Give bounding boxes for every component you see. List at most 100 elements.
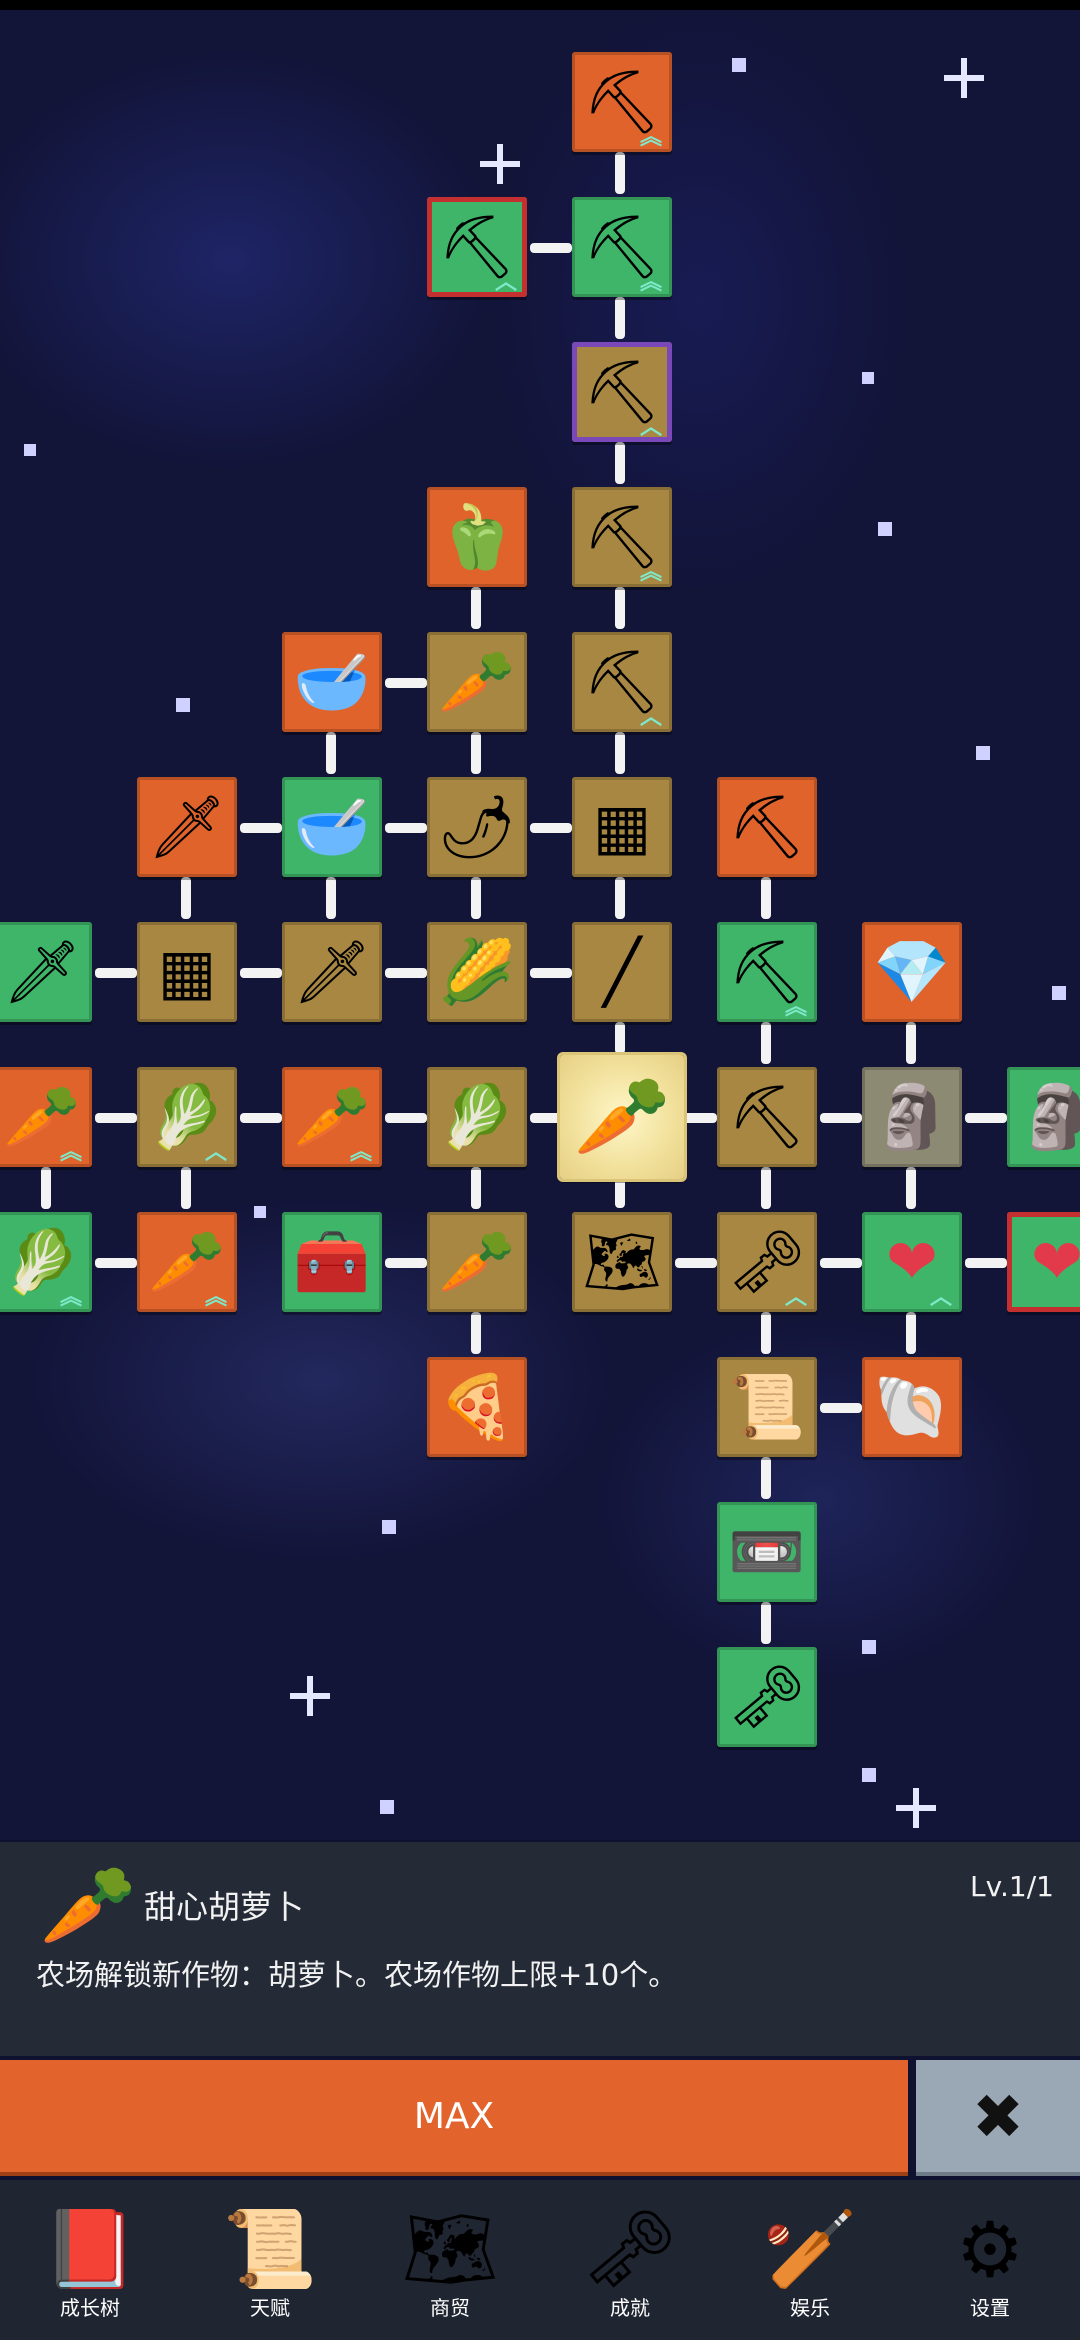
skill-node-rifle[interactable]: ╱ <box>572 922 672 1022</box>
skill-tree-background[interactable]: ⛏ ︽ ⛏ ︿ ⛏ ︽ ⛏ ︿ 🫑 ⛏ ︽ 🥣 🥕 ⛏ ︿ 🗡 🥣 🌶 ▦ ⛏ 🗡 ▦ 🗡 … <box>0 0 1080 1840</box>
nav-item-entertainment[interactable]: 🏏 娱乐 <box>720 2180 900 2340</box>
tree-link <box>761 1457 771 1499</box>
skill-node-carrot-selected[interactable]: 🥕 <box>560 1055 684 1179</box>
skill-node-shovel[interactable]: ⛏ ︽ <box>572 197 672 297</box>
bottom-nav: 📕 成长树 📜 天赋 🗺 商贸 🗝 成就 🏏 娱乐 ⚙ 设置 <box>0 2180 1080 2340</box>
tree-link <box>761 1167 771 1209</box>
skill-node-map[interactable]: 🗺 <box>572 1212 672 1312</box>
scroll-icon: 📜 <box>222 2204 318 2293</box>
tree-link <box>181 1167 191 1209</box>
crate-icon: ▦ <box>592 790 652 863</box>
skill-node-crate[interactable]: ▦ <box>572 777 672 877</box>
scroll-icon: 📜 <box>728 1370 806 1443</box>
tree-link <box>41 1167 51 1209</box>
skill-node-fossil[interactable]: 🐚 <box>862 1357 962 1457</box>
tree-link <box>385 678 427 688</box>
nav-item-settings[interactable]: ⚙ 设置 <box>900 2180 1080 2340</box>
tree-link <box>385 968 427 978</box>
skill-node-shovel[interactable]: ⛏ ︿ <box>572 342 672 442</box>
upgrade-arrow-icon: ︽ <box>349 1139 372 1165</box>
tree-link <box>615 297 625 339</box>
tree-link <box>615 587 625 629</box>
skill-node-radish[interactable]: 🥕 <box>427 632 527 732</box>
map-icon: 🗺 <box>401 2204 499 2293</box>
star <box>862 1768 876 1782</box>
nav-label: 设置 <box>970 2296 1010 2320</box>
skill-node-pickaxe[interactable]: ⛏ ︽ <box>717 922 817 1022</box>
skill-node-crate[interactable]: ▦ <box>137 922 237 1022</box>
shovel-icon: ⛏ <box>582 645 662 718</box>
tree-link <box>385 1113 427 1123</box>
skill-node-cabbage[interactable]: 🥬 ︿ <box>137 1067 237 1167</box>
gear-icon: ⚙ <box>955 2204 1025 2294</box>
nav-item-growth-tree[interactable]: 📕 成长树 <box>0 2180 180 2340</box>
upgrade-arrow-icon: ︿ <box>784 1284 807 1310</box>
skill-node-crystal[interactable]: 💎 <box>862 922 962 1022</box>
skill-node-key[interactable]: 🗝 <box>717 1647 817 1747</box>
skill-node-parsnip[interactable]: 🥕 <box>427 1212 527 1312</box>
tree-link <box>326 877 336 919</box>
tree-link <box>965 1258 1007 1268</box>
tree-link <box>820 1403 862 1413</box>
skill-node-bowl[interactable]: 🥣 <box>282 632 382 732</box>
tree-link <box>820 1258 862 1268</box>
rifle-icon: ╱ <box>603 935 641 1008</box>
cabbage-icon: 🥬 <box>438 1080 516 1153</box>
tree-link <box>761 1602 771 1644</box>
skill-node-heart[interactable]: ❤ <box>1007 1212 1080 1312</box>
bowl-icon: 🥣 <box>293 790 371 863</box>
skill-node-sword[interactable]: 🗡 <box>137 777 237 877</box>
skill-node-shovel[interactable]: ⛏ ︿ <box>427 197 527 297</box>
skill-node-cabbage[interactable]: 🥬 <box>427 1067 527 1167</box>
nav-label: 商贸 <box>430 2296 470 2320</box>
skill-node-pizza[interactable]: 🍕 <box>427 1357 527 1457</box>
upgrade-arrow-icon: ︽ <box>639 269 662 295</box>
skill-level: Lv.1/1 <box>970 1870 1054 1903</box>
carrot-icon: 🥕 <box>148 1225 226 1298</box>
skill-node-sword[interactable]: 🗡 <box>282 922 382 1022</box>
tree-link <box>615 732 625 774</box>
upgrade-arrow-icon: ︿ <box>204 1139 227 1165</box>
nav-item-achievement[interactable]: 🗝 成就 <box>540 2180 720 2340</box>
skill-node-carrot[interactable]: 🥕 ︽ <box>282 1067 382 1167</box>
skill-node-pickaxe[interactable]: ⛏ <box>717 1067 817 1167</box>
skill-node-heart[interactable]: ❤ ︿ <box>862 1212 962 1312</box>
max-button[interactable]: MAX <box>0 2060 908 2176</box>
tree-link <box>385 823 427 833</box>
skill-description: 农场解锁新作物：胡萝卜。农场作物上限+10个。 <box>36 1958 678 1992</box>
tree-link <box>530 968 572 978</box>
skill-node-bowl[interactable]: 🥣 <box>282 777 382 877</box>
skill-node-chili[interactable]: 🌶 <box>427 777 527 877</box>
skill-node-shovel[interactable]: ⛏ ︽ <box>572 487 672 587</box>
crystal-icon: 💎 <box>873 935 951 1008</box>
skill-node-key[interactable]: 🗝 ︿ <box>717 1212 817 1312</box>
skill-node-pickaxe[interactable]: ⛏ <box>717 777 817 877</box>
skill-node-shovel[interactable]: ⛏ ︿ <box>572 632 672 732</box>
cabbage-icon: 🥬 <box>148 1080 226 1153</box>
skill-node-scroll[interactable]: 📜 <box>717 1357 817 1457</box>
upgrade-arrow-icon: ︽ <box>639 559 662 585</box>
tree-link <box>675 1258 717 1268</box>
close-button[interactable]: ✖ <box>916 2060 1080 2176</box>
skill-node-statue[interactable]: 🗿 <box>862 1067 962 1167</box>
nav-item-talent[interactable]: 📜 天赋 <box>180 2180 360 2340</box>
skill-node-sword[interactable]: 🗡 <box>0 922 92 1022</box>
skill-node-statue[interactable]: 🗿 <box>1007 1067 1080 1167</box>
tree-link <box>240 1113 282 1123</box>
tree-link <box>471 587 481 629</box>
skill-node-chest[interactable]: 🧰 <box>282 1212 382 1312</box>
shovel-icon: ⛏ <box>582 355 662 428</box>
fossil-icon: 🐚 <box>873 1370 951 1443</box>
star <box>382 1520 396 1534</box>
sword-icon: 🗡 <box>2 935 82 1008</box>
skill-node-cassette[interactable]: 📼 <box>717 1502 817 1602</box>
shovel-icon: ⛏ <box>582 210 662 283</box>
nav-item-trade[interactable]: 🗺 商贸 <box>360 2180 540 2340</box>
skill-node-carrot[interactable]: 🥕 ︽ <box>0 1067 92 1167</box>
skill-node-corn[interactable]: 🌽 <box>427 922 527 1022</box>
skill-node-shovel[interactable]: ⛏ ︽ <box>572 52 672 152</box>
tree-link <box>906 1022 916 1064</box>
skill-node-carrot[interactable]: 🥕 ︽ <box>137 1212 237 1312</box>
skill-node-pepper[interactable]: 🫑 <box>427 487 527 587</box>
skill-node-cabbage[interactable]: 🥬 ︽ <box>0 1212 92 1312</box>
